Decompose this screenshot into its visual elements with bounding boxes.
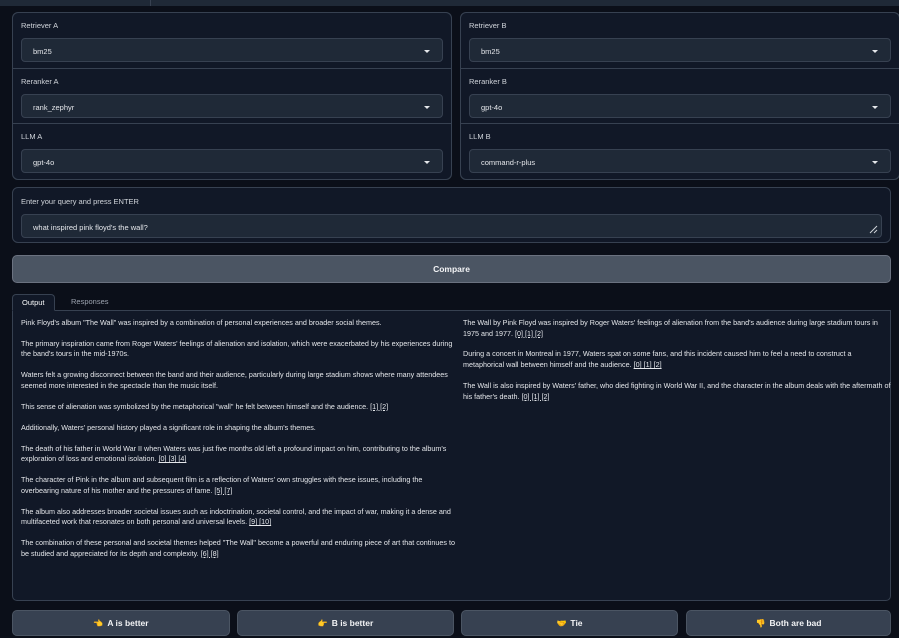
hand-right-icon: 👉	[317, 619, 328, 628]
paragraph-text: The death of his father in World War II …	[21, 443, 447, 464]
query-input[interactable]: what inspired pink floyd's the wall?	[21, 214, 882, 238]
chevron-down-icon	[872, 50, 878, 53]
llm-b-value: command-r-plus	[481, 158, 536, 167]
citation-links[interactable]: [1] [2]	[370, 402, 388, 411]
reranker-a-dropdown[interactable]: rank_zephyr	[21, 94, 443, 118]
b-is-better-button[interactable]: 👉 B is better	[237, 610, 454, 636]
llm-a-value: gpt-4o	[33, 158, 55, 167]
both-are-bad-button[interactable]: 👎 Both are bad	[686, 610, 891, 636]
retriever-a-block: Retriever A bm25	[13, 13, 451, 69]
chevron-down-icon	[424, 106, 430, 109]
thumbs-down-icon: 👎	[755, 619, 766, 628]
top-bar	[0, 0, 899, 6]
tab-responses[interactable]: Responses	[62, 294, 118, 311]
response-paragraph: This sense of alienation was symbolized …	[21, 402, 459, 413]
paragraph-text: The album also addresses broader societa…	[21, 506, 451, 527]
response-paragraph: Waters felt a growing disconnect between…	[21, 370, 459, 391]
paragraph-text: The primary inspiration came from Roger …	[21, 338, 453, 359]
b-is-better-label: B is better	[331, 618, 374, 628]
retriever-b-dropdown[interactable]: bm25	[469, 38, 891, 62]
query-panel: Enter your query and press ENTER what in…	[12, 187, 891, 243]
reranker-b-dropdown[interactable]: gpt-4o	[469, 94, 891, 118]
citation-links[interactable]: [5] [7]	[214, 486, 232, 495]
tab-output[interactable]: Output	[12, 294, 55, 311]
retriever-a-label: Retriever A	[21, 21, 59, 30]
response-paragraph: The character of Pink in the album and s…	[21, 475, 459, 496]
llm-b-label: LLM B	[469, 132, 491, 141]
reranker-b-label: Reranker B	[469, 77, 507, 86]
retriever-b-block: Retriever B bm25	[461, 13, 899, 69]
reranker-b-block: Reranker B gpt-4o	[461, 69, 899, 124]
resize-handle-icon[interactable]	[868, 224, 878, 234]
retriever-a-dropdown[interactable]: bm25	[21, 38, 443, 62]
chevron-down-icon	[872, 106, 878, 109]
retriever-a-value: bm25	[33, 47, 52, 56]
citation-links[interactable]: [9] [10]	[249, 517, 271, 526]
reranker-b-value: gpt-4o	[481, 103, 503, 112]
llm-b-block: LLM B command-r-plus	[461, 124, 899, 179]
response-paragraph: The primary inspiration came from Roger …	[21, 339, 459, 360]
a-is-better-button[interactable]: 👈 A is better	[12, 610, 230, 636]
paragraph-text: The combination of these personal and so…	[21, 538, 455, 558]
query-label: Enter your query and press ENTER	[21, 197, 139, 206]
response-paragraph: The album also addresses broader societa…	[21, 507, 459, 528]
response-paragraph: The combination of these personal and so…	[21, 538, 459, 559]
output-a: Pink Floyd's album "The Wall" was inspir…	[21, 318, 459, 570]
retriever-b-label: Retriever B	[469, 21, 507, 30]
reranker-a-label: Reranker A	[21, 77, 59, 86]
citation-links[interactable]: [0] [1] [2]	[634, 360, 662, 369]
both-are-bad-label: Both are bad	[769, 618, 822, 628]
paragraph-text: This sense of alienation was symbolized …	[21, 401, 369, 411]
citation-links[interactable]: [0] [1] [2]	[522, 392, 550, 401]
response-paragraph: The Wall by Pink Floyd was inspired by R…	[463, 318, 893, 339]
tie-label: Tie	[570, 618, 583, 628]
response-paragraph: Pink Floyd's album "The Wall" was inspir…	[21, 318, 459, 329]
citation-links[interactable]: [6] [8]	[201, 549, 219, 558]
llm-a-block: LLM A gpt-4o	[13, 124, 451, 179]
reranker-a-value: rank_zephyr	[33, 103, 75, 112]
citation-links[interactable]: [0] [1] [2]	[515, 329, 543, 338]
chevron-down-icon	[872, 161, 878, 164]
llm-a-dropdown[interactable]: gpt-4o	[21, 149, 443, 173]
handshake-icon: 🤝	[556, 619, 567, 628]
paragraph-text: Additionally, Waters' personal history p…	[21, 422, 316, 432]
config-panel-a: Retriever A bm25 Reranker A rank_zephyr …	[12, 12, 452, 180]
chevron-down-icon	[424, 161, 430, 164]
compare-button[interactable]: Compare	[12, 255, 891, 283]
citation-links[interactable]: [0] [3] [4]	[158, 454, 186, 463]
paragraph-text: Waters felt a growing disconnect between…	[21, 370, 448, 390]
output-panel: Pink Floyd's album "The Wall" was inspir…	[12, 311, 891, 601]
response-paragraph: During a concert in Montreal in 1977, Wa…	[463, 349, 893, 370]
response-paragraph: The Wall is also inspired by Waters' fat…	[463, 381, 893, 402]
hand-left-icon: 👈	[93, 619, 104, 628]
response-paragraph: The death of his father in World War II …	[21, 444, 459, 465]
tie-button[interactable]: 🤝 Tie	[461, 610, 678, 636]
chevron-down-icon	[424, 50, 430, 53]
output-b: The Wall by Pink Floyd was inspired by R…	[463, 318, 893, 412]
reranker-a-block: Reranker A rank_zephyr	[13, 69, 451, 124]
llm-b-dropdown[interactable]: command-r-plus	[469, 149, 891, 173]
llm-a-label: LLM A	[21, 132, 43, 141]
output-tabs: Output Responses	[12, 291, 891, 311]
paragraph-text: Pink Floyd's album "The Wall" was inspir…	[21, 318, 382, 327]
a-is-better-label: A is better	[107, 618, 149, 628]
config-panel-b: Retriever B bm25 Reranker B gpt-4o LLM B…	[460, 12, 899, 180]
retriever-b-value: bm25	[481, 47, 500, 56]
response-paragraph: Additionally, Waters' personal history p…	[21, 423, 459, 434]
query-value: what inspired pink floyd's the wall?	[33, 223, 148, 232]
